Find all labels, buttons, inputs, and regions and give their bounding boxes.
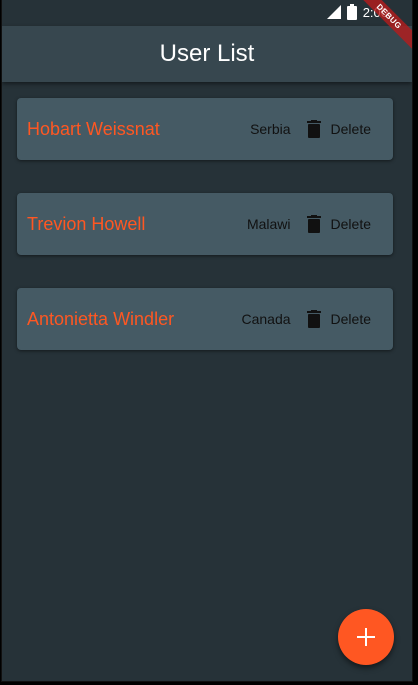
user-list: Hobart Weissnat Serbia Delete Trevion Ho…: [17, 98, 393, 383]
trash-icon: [306, 120, 321, 138]
user-card: Antonietta Windler Canada Delete: [17, 288, 393, 350]
user-card: Trevion Howell Malawi Delete: [17, 193, 393, 255]
status-bar: 2:00: [2, 0, 412, 26]
delete-button-label: Delete: [330, 311, 371, 327]
user-name: Hobart Weissnat: [27, 118, 160, 139]
battery-icon: [346, 4, 357, 20]
user-country: Serbia: [250, 121, 291, 137]
app-bar: User List: [2, 26, 412, 82]
delete-button-label: Delete: [330, 216, 371, 232]
signal-icon: [326, 5, 341, 19]
delete-button[interactable]: Delete: [306, 206, 383, 242]
status-icons: 2:00: [326, 4, 388, 20]
trash-icon: [306, 215, 321, 233]
user-card: Hobart Weissnat Serbia Delete: [17, 98, 393, 160]
plus-icon: [357, 628, 375, 646]
add-user-button[interactable]: [338, 609, 394, 665]
user-name: Trevion Howell: [27, 213, 146, 234]
user-name: Antonietta Windler: [27, 308, 175, 329]
trash-icon: [306, 310, 321, 328]
app-screen: 2:00 DEBUG User List Hobart Weissnat Ser…: [1, 0, 413, 682]
status-time: 2:00: [362, 4, 388, 20]
delete-button[interactable]: Delete: [306, 111, 383, 147]
page-title: User List: [159, 40, 255, 67]
user-country: Canada: [241, 311, 291, 327]
user-country: Malawi: [246, 216, 291, 232]
delete-button-label: Delete: [330, 121, 371, 137]
delete-button[interactable]: Delete: [306, 301, 383, 337]
